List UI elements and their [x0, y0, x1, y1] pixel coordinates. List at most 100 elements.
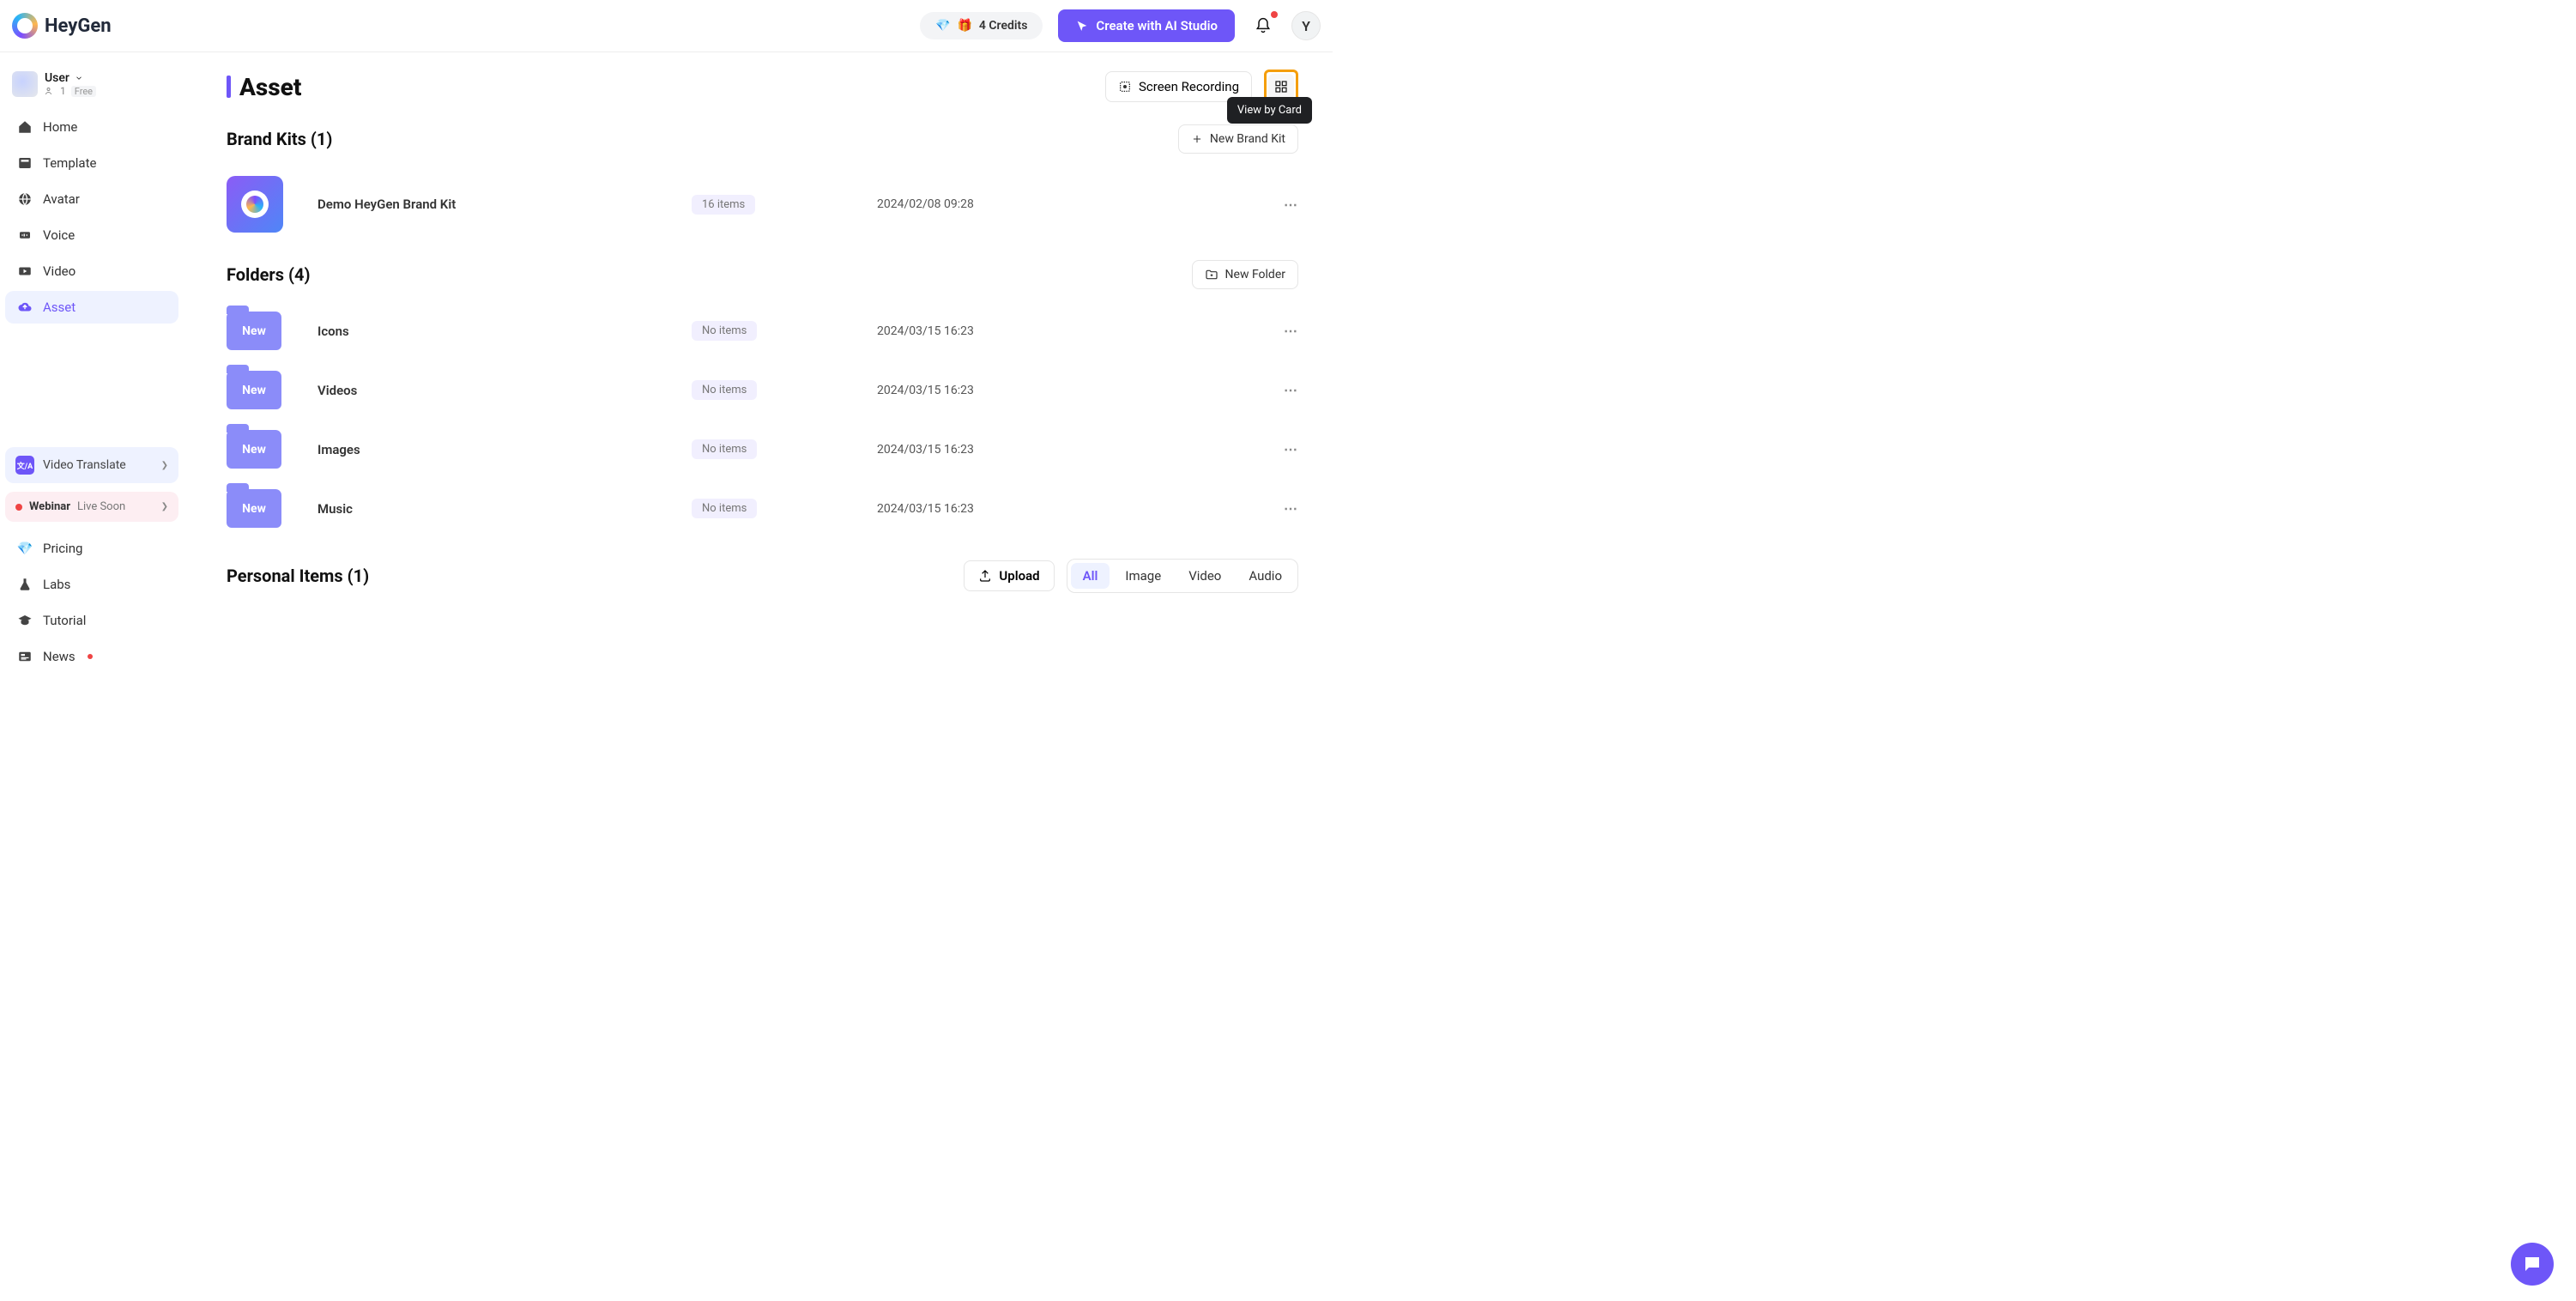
newspaper-icon [17, 649, 33, 664]
cloud-upload-icon [17, 300, 33, 315]
folder-new-badge: New [242, 324, 266, 338]
translate-icon: 文/A [15, 456, 34, 475]
credits-pill[interactable]: 💎 🎁 4 Credits [920, 12, 1043, 39]
template-icon [17, 155, 33, 171]
folder-plus-icon [1205, 268, 1218, 281]
create-ai-studio-button[interactable]: Create with AI Studio [1058, 9, 1235, 42]
create-label: Create with AI Studio [1096, 18, 1218, 33]
workspace-name: User [45, 71, 70, 85]
record-icon [1118, 80, 1132, 94]
filter-tab-video[interactable]: Video [1176, 563, 1233, 589]
sidebar-item-label: Tutorial [43, 613, 86, 628]
page-title-text: Asset [239, 73, 301, 101]
new-folder-label: New Folder [1225, 268, 1285, 281]
sidebar-item-news[interactable]: News [5, 640, 178, 673]
folder-row[interactable]: New Images No items 2024/03/15 16:23 ⋯ [227, 420, 1298, 479]
sidebar-item-label: Labs [43, 577, 70, 592]
logo-area[interactable]: HeyGen [12, 13, 112, 39]
item-count-pill: 16 items [692, 195, 755, 215]
chevron-down-icon [75, 74, 83, 82]
folder-new-badge: New [242, 502, 266, 516]
personal-items-heading: Personal Items (1) [227, 566, 369, 586]
new-brand-kit-button[interactable]: New Brand Kit [1178, 124, 1298, 154]
avatar-letter: Y [1302, 18, 1310, 34]
workspace-selector[interactable]: User 1 Free [5, 68, 178, 100]
sidebar-item-asset[interactable]: Asset [5, 291, 178, 324]
app-header: HeyGen 💎 🎁 4 Credits Create with AI Stud… [0, 0, 1333, 52]
chevron-right-icon: ❯ [161, 461, 168, 470]
news-dot [88, 654, 93, 659]
folder-name: Images [317, 442, 678, 457]
upload-button[interactable]: Upload [964, 560, 1054, 591]
gift-icon: 🎁 [957, 19, 971, 33]
notifications-button[interactable] [1250, 13, 1276, 39]
graduation-cap-icon [17, 613, 33, 628]
sidebar-item-label: News [43, 649, 76, 664]
globe-icon [17, 191, 33, 207]
new-folder-button[interactable]: New Folder [1192, 260, 1298, 289]
sidebar-item-label: Asset [43, 300, 76, 315]
brand-kit-name: Demo HeyGen Brand Kit [317, 197, 678, 212]
main-content: Asset Screen Recording View by Card Bran… [184, 52, 1333, 673]
folder-name: Videos [317, 383, 678, 398]
row-more-button[interactable]: ⋯ [1284, 500, 1298, 517]
folder-new-badge: New [242, 443, 266, 457]
header-right: 💎 🎁 4 Credits Create with AI Studio Y [920, 9, 1321, 42]
folder-icon: New [227, 371, 281, 409]
title-accent [227, 76, 231, 98]
brand-kit-row[interactable]: Demo HeyGen Brand Kit 16 items 2024/02/0… [227, 166, 1298, 243]
filter-tab-image[interactable]: Image [1113, 563, 1173, 589]
row-more-button[interactable]: ⋯ [1284, 382, 1298, 398]
logo-text: HeyGen [45, 15, 112, 37]
voice-icon [17, 227, 33, 243]
webinar-label: Webinar [29, 500, 70, 513]
chat-icon [2522, 1254, 2543, 1274]
folder-date: 2024/03/15 16:23 [877, 324, 1233, 338]
plus-icon [1191, 133, 1203, 145]
folder-date: 2024/03/15 16:23 [877, 443, 1233, 457]
sidebar-item-webinar[interactable]: Webinar Live Soon ❯ [5, 492, 178, 522]
filter-tab-audio[interactable]: Audio [1237, 563, 1294, 589]
sidebar-item-avatar[interactable]: Avatar [5, 183, 178, 215]
folder-name: Icons [317, 324, 678, 339]
sidebar-item-template[interactable]: Template [5, 147, 178, 179]
credits-label: 4 Credits [979, 19, 1028, 33]
item-count-pill: No items [692, 321, 757, 341]
workspace-avatar [12, 71, 38, 97]
sidebar-item-voice[interactable]: Voice [5, 219, 178, 251]
filter-tab-all[interactable]: All [1071, 563, 1110, 589]
brand-kit-date: 2024/02/08 09:28 [877, 197, 1233, 211]
chevron-right-icon: ❯ [161, 502, 168, 511]
folder-row[interactable]: New Videos No items 2024/03/15 16:23 ⋯ [227, 360, 1298, 420]
flask-icon [17, 577, 33, 592]
item-count-pill: No items [692, 439, 757, 459]
sidebar-item-labs[interactable]: Labs [5, 568, 178, 601]
sidebar-item-label: Template [43, 155, 96, 171]
sidebar-item-tutorial[interactable]: Tutorial [5, 604, 178, 637]
sidebar-item-video[interactable]: Video [5, 255, 178, 287]
users-icon [45, 86, 55, 96]
sidebar-item-video-translate[interactable]: 文/A Video Translate ❯ [5, 447, 178, 483]
folders-heading: Folders (4) [227, 264, 310, 285]
brand-kit-thumbnail [227, 176, 283, 233]
intercom-chat-button[interactable] [2511, 1243, 2554, 1286]
user-avatar[interactable]: Y [1291, 11, 1321, 40]
live-dot-icon [15, 504, 22, 511]
folder-row[interactable]: New Icons No items 2024/03/15 16:23 ⋯ [227, 301, 1298, 360]
row-more-button[interactable]: ⋯ [1284, 197, 1298, 213]
folder-row[interactable]: New Music No items 2024/03/15 16:23 ⋯ [227, 479, 1298, 538]
video-icon [17, 263, 33, 279]
folder-name: Music [317, 501, 678, 517]
screen-recording-label: Screen Recording [1139, 79, 1239, 94]
new-brand-kit-label: New Brand Kit [1210, 132, 1285, 146]
item-count-pill: No items [692, 380, 757, 400]
row-more-button[interactable]: ⋯ [1284, 441, 1298, 457]
sidebar-item-pricing[interactable]: 💎 Pricing [5, 532, 178, 565]
sidebar-item-label: Video Translate [43, 458, 126, 472]
sidebar-item-label: Pricing [43, 541, 82, 556]
row-more-button[interactable]: ⋯ [1284, 323, 1298, 339]
plan-tag: Free [71, 86, 96, 97]
play-cursor-icon [1075, 19, 1089, 33]
folder-icon: New [227, 430, 281, 469]
sidebar-item-home[interactable]: Home [5, 111, 178, 143]
